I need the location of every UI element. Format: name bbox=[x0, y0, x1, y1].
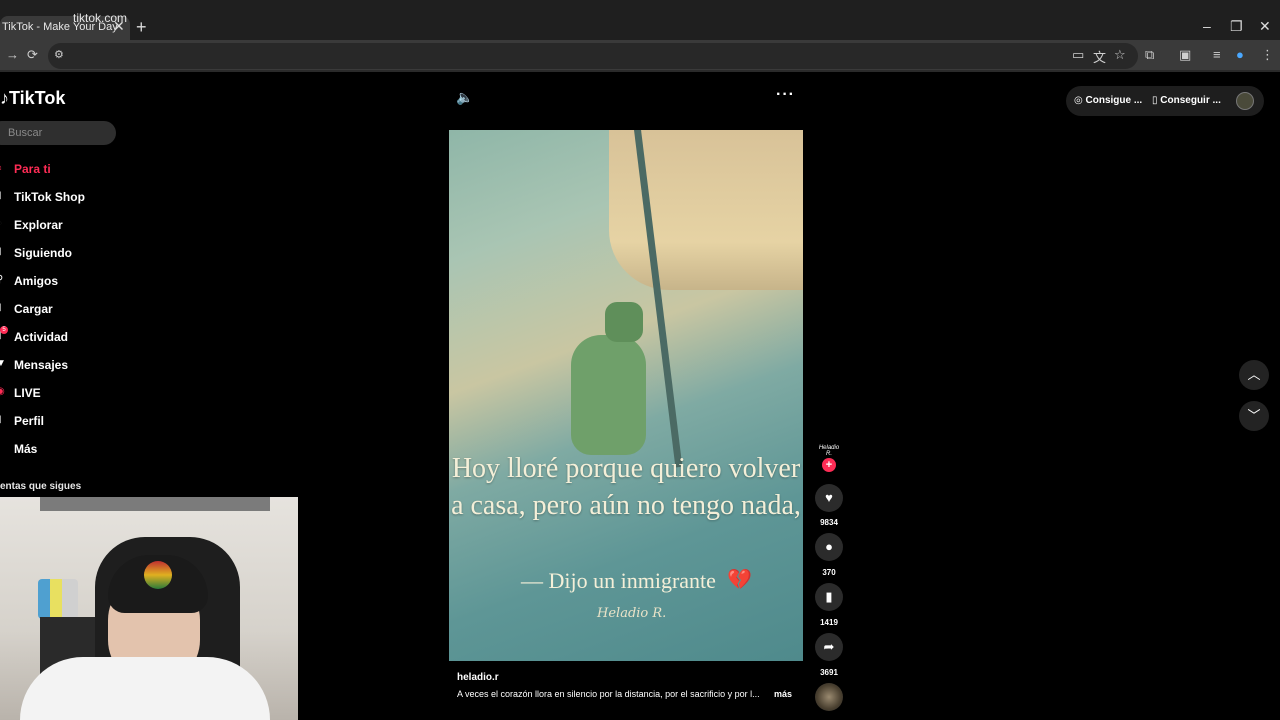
search-input[interactable]: Buscar bbox=[0, 121, 116, 145]
user-avatar[interactable] bbox=[1236, 92, 1254, 110]
webcam-shelf bbox=[40, 497, 270, 511]
sidebar-item-label: Para ti bbox=[14, 162, 51, 176]
video-character-body bbox=[571, 335, 646, 455]
get-coins-button[interactable]: ◎ Consigue ... bbox=[1074, 95, 1142, 106]
music-disc[interactable] bbox=[815, 683, 843, 711]
message-icon: ▼ bbox=[0, 358, 6, 369]
previous-video-button[interactable]: ︿ bbox=[1239, 360, 1269, 390]
post-caption: A veces el corazón llora en silencio por… bbox=[457, 689, 760, 699]
sidebar-item-label: LIVE bbox=[14, 386, 41, 400]
logo-text: TikTok bbox=[9, 88, 66, 108]
shop-icon: ▯ bbox=[0, 190, 4, 201]
profile-icon: ▯ bbox=[0, 414, 4, 425]
sidebar-item-label: Actividad bbox=[14, 330, 69, 344]
share-button[interactable]: ➦ bbox=[815, 633, 843, 661]
upload-icon: ▯ bbox=[0, 302, 4, 313]
next-video-button[interactable]: ﹀ bbox=[1239, 401, 1269, 431]
video-character-head bbox=[605, 302, 643, 342]
webcam-bottles bbox=[38, 579, 78, 619]
browser-tabstrip: TikTok - Make Your Day ✕ + – ❐ ✕ bbox=[0, 0, 1280, 40]
profile-icon[interactable]: ● bbox=[1236, 47, 1244, 62]
sidebar-item-label: Más bbox=[14, 442, 38, 456]
address-bar[interactable]: ⚙ bbox=[48, 43, 1138, 69]
video-signature: Heladio R. bbox=[597, 606, 667, 621]
get-app-label: Conseguir ... bbox=[1160, 95, 1221, 106]
sound-icon[interactable]: 🔈 bbox=[456, 89, 473, 106]
browser-toolbar: → ⟳ ⚙ ▭ 文 ☆ ⧉ ▣ ≡ ● ⋮ bbox=[0, 40, 1280, 72]
sidebar-item-label: Explorar bbox=[14, 218, 63, 232]
live-icon: ◉ bbox=[0, 386, 5, 397]
tiktok-note-icon: ♪ bbox=[0, 88, 9, 108]
sidebar-item-label: Siguiendo bbox=[14, 246, 72, 260]
bookmark-icon: ▮ bbox=[825, 589, 833, 604]
get-coins-label: Consigue ... bbox=[1085, 95, 1143, 106]
webcam-person-shirt bbox=[20, 657, 270, 720]
broken-heart-icon: 💔 bbox=[727, 569, 752, 591]
restore-icon[interactable]: ❐ bbox=[1230, 18, 1243, 35]
following-icon: ▮ bbox=[0, 246, 4, 257]
home-icon: ⌂ bbox=[0, 162, 4, 173]
like-count: 9834 bbox=[820, 518, 838, 527]
share-icon: ➦ bbox=[823, 639, 835, 654]
url-text[interactable]: tiktok.com bbox=[73, 11, 127, 25]
sidebar-item-label: Mensajes bbox=[14, 358, 69, 372]
sidebar-item-label: Perfil bbox=[14, 414, 45, 428]
save-button[interactable]: ▮ bbox=[815, 583, 843, 611]
sidebar-item-label: Amigos bbox=[14, 274, 59, 288]
search-placeholder: Buscar bbox=[8, 127, 43, 139]
window-close-icon[interactable]: ✕ bbox=[1259, 18, 1271, 35]
video-quote-attribution: — Dijo un inmigrante bbox=[521, 568, 716, 593]
side-panel-icon[interactable]: ▣ bbox=[1179, 47, 1191, 63]
sidebar-item-label: Cargar bbox=[14, 302, 53, 316]
like-button[interactable]: ♥ bbox=[815, 484, 843, 512]
webcam-cap-logo bbox=[144, 561, 172, 589]
new-tab-icon[interactable]: + bbox=[136, 17, 147, 38]
follow-button[interactable]: + bbox=[822, 458, 836, 472]
minimize-icon[interactable]: – bbox=[1203, 18, 1211, 34]
caption-more-link[interactable]: más bbox=[774, 689, 792, 699]
heart-icon: ♥ bbox=[825, 490, 833, 505]
comment-count: 370 bbox=[822, 568, 836, 577]
reload-icon[interactable]: ⟳ bbox=[27, 47, 38, 63]
activity-badge: 5 bbox=[0, 326, 8, 334]
compass-icon: ◐ bbox=[0, 218, 4, 229]
more-icon: · bbox=[0, 442, 4, 452]
post-author[interactable]: heladio.r bbox=[457, 672, 499, 683]
browser-menu-icon[interactable]: ⋮ bbox=[1261, 47, 1274, 63]
more-options-icon[interactable]: ··· bbox=[776, 86, 795, 104]
get-app-button[interactable]: ▯ Conseguir ... bbox=[1152, 95, 1221, 106]
chevron-up-icon: ︿ bbox=[1247, 367, 1261, 382]
share-count: 3691 bbox=[820, 668, 838, 677]
media-icon[interactable]: ≡ bbox=[1213, 47, 1221, 62]
chevron-down-icon: ﹀ bbox=[1247, 408, 1261, 423]
comment-button[interactable]: ● bbox=[815, 533, 843, 561]
friends-icon: ⚲ bbox=[0, 274, 4, 285]
bookmark-star-icon[interactable]: ☆ bbox=[1114, 47, 1126, 63]
comment-icon: ● bbox=[825, 539, 833, 554]
header-actions: ◎ Consigue ... ▯ Conseguir ... bbox=[1066, 86, 1264, 116]
webcam-overlay bbox=[0, 497, 298, 720]
site-info-icon[interactable]: ⚙ bbox=[54, 48, 64, 61]
translate-icon[interactable]: 文 bbox=[1093, 47, 1106, 66]
following-accounts-title: entas que sigues bbox=[0, 481, 82, 492]
video-player[interactable]: Hoy lloré porque quiero volver a casa, p… bbox=[449, 130, 803, 661]
save-count: 1419 bbox=[820, 618, 838, 627]
extensions-icon[interactable]: ⧉ bbox=[1145, 47, 1154, 63]
tiktok-logo[interactable]: ♪TikTok bbox=[0, 88, 65, 109]
forward-icon[interactable]: → bbox=[6, 47, 19, 62]
sidebar-item-label: TikTok Shop bbox=[14, 190, 85, 204]
creator-signature: Heladio R. bbox=[818, 445, 840, 457]
video-overlay-text: Hoy lloré porque quiero volver a casa, p… bbox=[451, 453, 801, 521]
install-app-icon[interactable]: ▭ bbox=[1072, 47, 1084, 63]
